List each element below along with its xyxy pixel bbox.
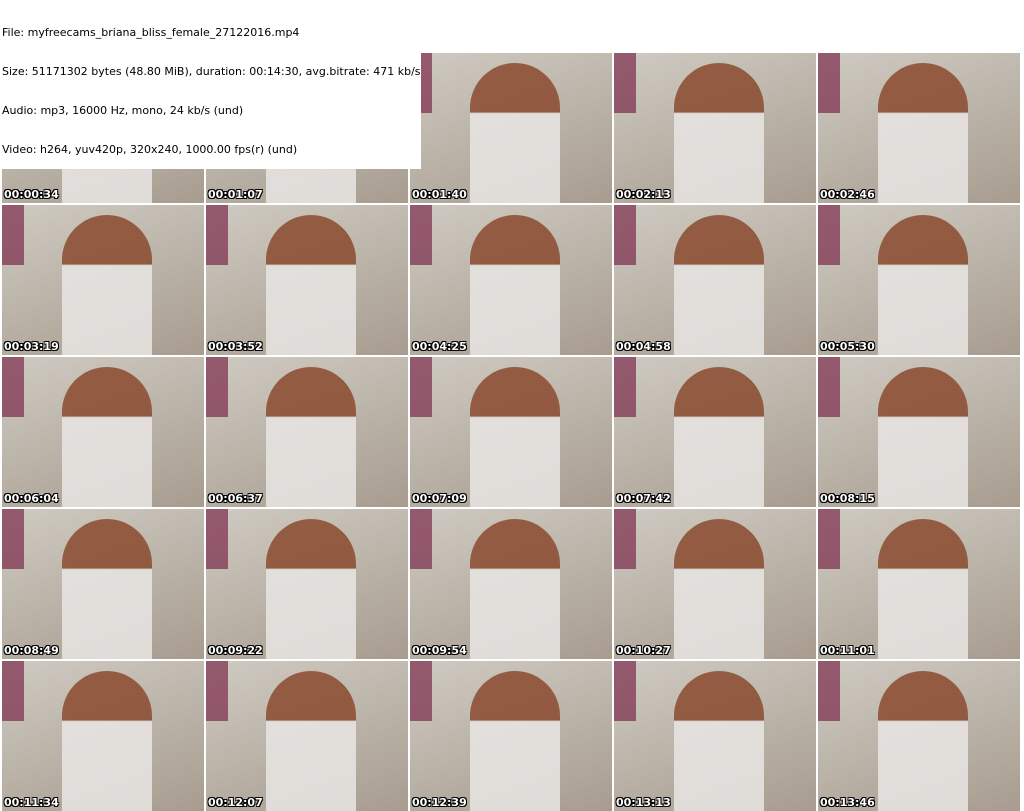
wall-decor — [410, 357, 432, 417]
frame-image — [266, 519, 356, 659]
frame-image — [266, 367, 356, 507]
frame-image — [62, 367, 152, 507]
wall-decor — [206, 509, 228, 569]
wall-decor — [206, 357, 228, 417]
wall-decor — [2, 357, 24, 417]
video-thumbnail: 00:10:27 — [614, 509, 816, 659]
wall-decor — [2, 661, 24, 721]
wall-decor — [206, 661, 228, 721]
wall-decor — [614, 357, 636, 417]
timestamp: 00:02:46 — [820, 188, 875, 201]
wall-decor — [410, 205, 432, 265]
video-thumbnail: 00:02:13 — [614, 53, 816, 203]
frame-image — [62, 519, 152, 659]
file-size: Size: 51171302 bytes (48.80 MiB), durati… — [2, 65, 421, 78]
timestamp: 00:13:46 — [820, 796, 875, 809]
wall-decor — [410, 661, 432, 721]
frame-image — [878, 671, 968, 811]
frame-image — [674, 63, 764, 203]
wall-decor — [614, 509, 636, 569]
wall-decor — [206, 205, 228, 265]
frame-image — [266, 215, 356, 355]
video-thumbnail: 00:04:58 — [614, 205, 816, 355]
video-thumbnail: 00:05:30 — [818, 205, 1020, 355]
timestamp: 00:04:25 — [412, 340, 467, 353]
timestamp: 00:12:39 — [412, 796, 467, 809]
audio-info: Audio: mp3, 16000 Hz, mono, 24 kb/s (und… — [2, 104, 244, 117]
video-thumbnail: 00:12:07 — [206, 661, 408, 811]
wall-decor — [818, 53, 840, 113]
wall-decor — [818, 509, 840, 569]
frame-image — [878, 367, 968, 507]
video-info: Video: h264, yuv420p, 320x240, 1000.00 f… — [2, 143, 298, 156]
timestamp: 00:07:42 — [616, 492, 671, 505]
video-thumbnail: 00:03:52 — [206, 205, 408, 355]
timestamp: 00:08:49 — [4, 644, 59, 657]
video-thumbnail: 00:07:09 — [410, 357, 612, 507]
frame-image — [266, 671, 356, 811]
timestamp: 00:03:19 — [4, 340, 59, 353]
video-thumbnail: 00:11:01 — [818, 509, 1020, 659]
wall-decor — [818, 205, 840, 265]
timestamp: 00:13:13 — [616, 796, 671, 809]
video-thumbnail: 00:13:46 — [818, 661, 1020, 811]
frame-image — [62, 671, 152, 811]
frame-image — [674, 671, 764, 811]
video-thumbnail: 00:02:46 — [818, 53, 1020, 203]
video-thumbnail: 00:08:15 — [818, 357, 1020, 507]
timestamp: 00:06:04 — [4, 492, 59, 505]
file-name: File: myfreecams_briana_bliss_female_271… — [2, 26, 300, 39]
frame-image — [470, 671, 560, 811]
timestamp: 00:04:58 — [616, 340, 671, 353]
timestamp: 00:06:37 — [208, 492, 263, 505]
wall-decor — [614, 53, 636, 113]
wall-decor — [818, 661, 840, 721]
frame-image — [674, 519, 764, 659]
frame-image — [470, 63, 560, 203]
timestamp: 00:01:40 — [412, 188, 467, 201]
frame-image — [674, 215, 764, 355]
timestamp: 00:11:01 — [820, 644, 875, 657]
timestamp: 00:11:34 — [4, 796, 59, 809]
timestamp: 00:02:13 — [616, 188, 671, 201]
video-thumbnail: 00:09:22 — [206, 509, 408, 659]
file-info: File: myfreecams_briana_bliss_female_271… — [2, 0, 421, 169]
timestamp: 00:09:22 — [208, 644, 263, 657]
video-thumbnail: 00:06:37 — [206, 357, 408, 507]
frame-image — [878, 63, 968, 203]
timestamp: 00:00:34 — [4, 188, 59, 201]
frame-image — [62, 215, 152, 355]
frame-image — [470, 367, 560, 507]
timestamp: 00:03:52 — [208, 340, 263, 353]
frame-image — [674, 367, 764, 507]
timestamp: 00:07:09 — [412, 492, 467, 505]
timestamp: 00:12:07 — [208, 796, 263, 809]
timestamp: 00:09:54 — [412, 644, 467, 657]
timestamp: 00:10:27 — [616, 644, 671, 657]
video-thumbnail: 00:01:40 — [410, 53, 612, 203]
timestamp: 00:01:07 — [208, 188, 263, 201]
wall-decor — [410, 509, 432, 569]
wall-decor — [614, 205, 636, 265]
timestamp: 00:08:15 — [820, 492, 875, 505]
video-thumbnail: 00:07:42 — [614, 357, 816, 507]
video-thumbnail: 00:08:49 — [2, 509, 204, 659]
frame-image — [470, 519, 560, 659]
frame-image — [878, 519, 968, 659]
video-thumbnail: 00:09:54 — [410, 509, 612, 659]
frame-image — [470, 215, 560, 355]
video-thumbnail: 00:06:04 — [2, 357, 204, 507]
video-thumbnail: 00:12:39 — [410, 661, 612, 811]
wall-decor — [2, 205, 24, 265]
video-thumbnail: 00:13:13 — [614, 661, 816, 811]
video-thumbnail: 00:04:25 — [410, 205, 612, 355]
video-thumbnail: 00:11:34 — [2, 661, 204, 811]
wall-decor — [614, 661, 636, 721]
frame-image — [878, 215, 968, 355]
video-thumbnail: 00:03:19 — [2, 205, 204, 355]
wall-decor — [2, 509, 24, 569]
wall-decor — [818, 357, 840, 417]
timestamp: 00:05:30 — [820, 340, 875, 353]
